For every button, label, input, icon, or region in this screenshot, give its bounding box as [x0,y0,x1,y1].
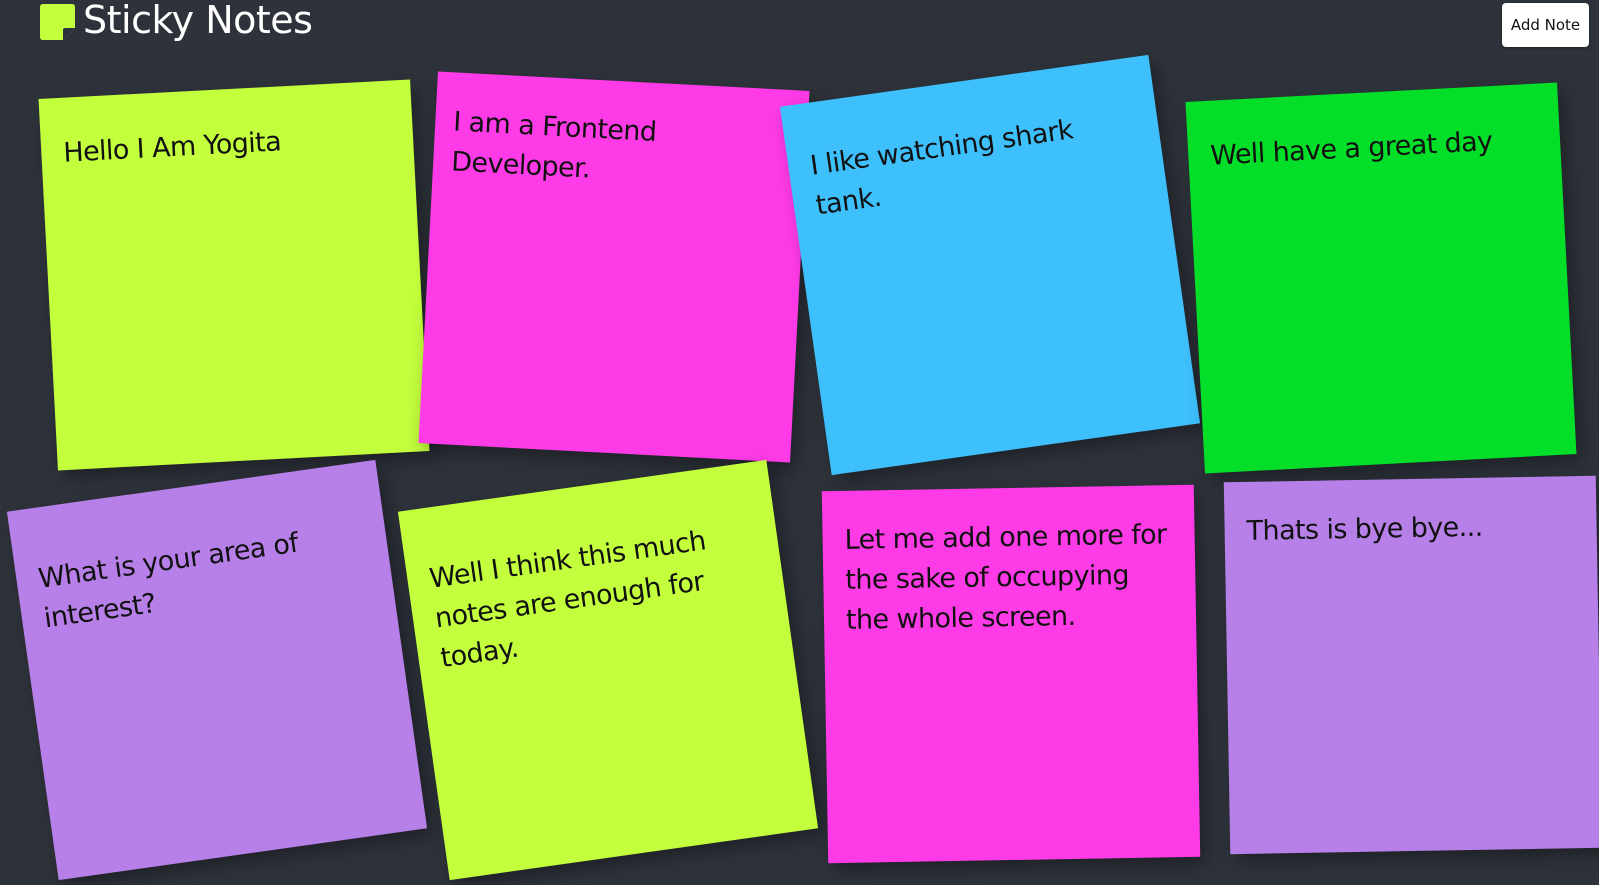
note-text[interactable]: Hello I Am Yogita [62,117,394,174]
note-text[interactable]: Well have a great day [1209,120,1541,177]
sticky-note[interactable]: I like watching shark tank. [779,54,1201,476]
sticky-note[interactable]: What is your area of interest? [6,459,428,881]
app-header: Sticky Notes Add Note [0,0,1599,50]
sticky-note[interactable]: Thats is bye bye... [1223,475,1599,855]
note-text[interactable]: What is your area of interest? [36,514,374,639]
add-note-button[interactable]: Add Note [1502,3,1589,47]
sticky-note[interactable]: I am a Frontend Developer. [418,71,810,463]
note-text[interactable]: Let me add one more for the sake of occu… [844,515,1176,641]
note-text[interactable]: Thats is bye bye... [1246,506,1577,552]
sticky-note[interactable]: Well I think this much notes are enough … [397,459,819,881]
sticky-note[interactable]: Well have a great day [1185,82,1577,474]
sticky-note[interactable]: Hello I Am Yogita [38,79,430,471]
sticky-note-icon [40,4,75,40]
sticky-note[interactable]: Let me add one more for the sake of occu… [821,484,1201,864]
note-text[interactable]: I like watching shark tank. [808,101,1146,226]
note-text[interactable]: Well I think this much notes are enough … [427,514,770,679]
note-text[interactable]: I am a Frontend Developer. [450,102,788,199]
app-title: Sticky Notes [83,0,313,42]
